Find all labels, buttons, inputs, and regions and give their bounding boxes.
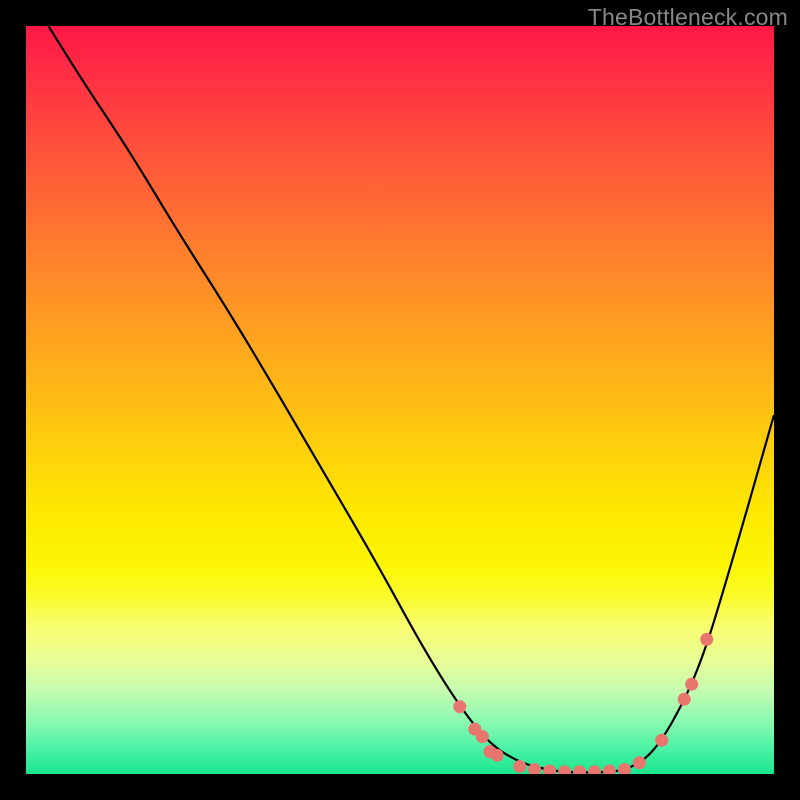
curve-marker: [491, 749, 504, 762]
curve-marker: [618, 763, 631, 774]
chart-container: TheBottleneck.com: [0, 0, 800, 800]
curve-marker: [543, 765, 556, 775]
curve-marker: [633, 756, 646, 769]
curve-marker: [573, 765, 586, 774]
curve-markers: [453, 633, 713, 774]
curve-marker: [513, 760, 526, 773]
curve-marker: [476, 730, 489, 743]
curve-marker: [685, 678, 698, 691]
curve-marker: [453, 700, 466, 713]
curve-marker: [700, 633, 713, 646]
plot-area: [26, 26, 774, 774]
curve-marker: [588, 765, 601, 774]
bottleneck-curve: [48, 26, 774, 773]
curve-marker: [558, 765, 571, 774]
curve-marker: [678, 693, 691, 706]
curve-marker: [655, 734, 668, 747]
watermark-text: TheBottleneck.com: [588, 4, 788, 31]
curve-svg: [26, 26, 774, 774]
curve-marker: [603, 765, 616, 775]
